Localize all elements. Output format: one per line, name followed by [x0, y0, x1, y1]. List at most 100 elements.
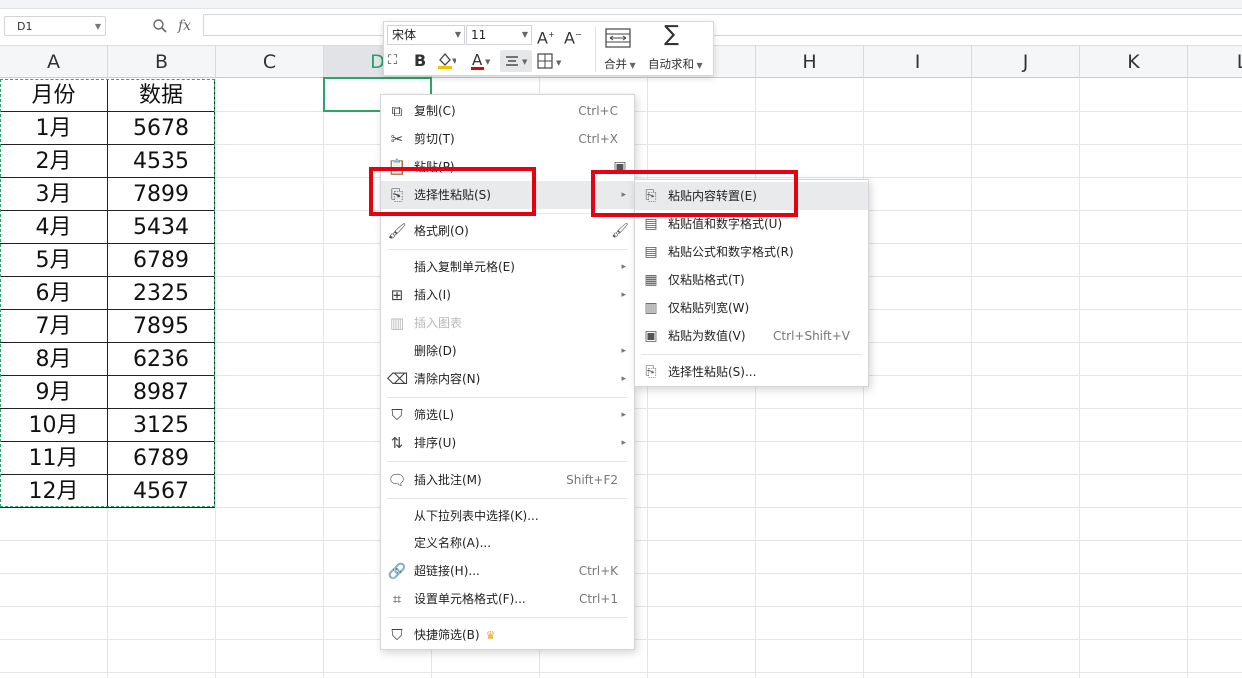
table-cell[interactable]: 1月	[0, 112, 108, 145]
fill-color-icon[interactable]: ▼	[436, 51, 458, 76]
menu-item-pick-from-list[interactable]: 从下拉列表中选择(K)...	[381, 502, 634, 530]
table-cell[interactable]: 8987	[108, 376, 215, 409]
name-box[interactable]: D1 ▼	[4, 16, 106, 36]
table-cell[interactable]: 7895	[108, 310, 215, 343]
menu-divider	[641, 354, 862, 355]
submenu-item-transpose[interactable]: ⎘ 粘贴内容转置(E)	[635, 182, 868, 210]
menu-item-insert[interactable]: ⊞ 插入(I) ▸	[381, 281, 634, 309]
menu-item-cut[interactable]: ✂ 剪切(T) Ctrl+X	[381, 125, 634, 153]
sort-icon: ⇅	[390, 434, 404, 452]
menu-item-paste[interactable]: 📋 粘贴(P) ▣	[381, 153, 634, 181]
submenu-item-paste-values-format[interactable]: ▤ 粘贴值和数字格式(U)	[635, 210, 868, 238]
menu-item-clear-contents[interactable]: ⌫ 清除内容(N) ▸	[381, 365, 634, 393]
font-color-icon[interactable]: A ▼	[470, 51, 492, 76]
zoom-icon[interactable]	[152, 16, 168, 36]
submenu-item-paste-format-only[interactable]: ▦ 仅粘贴格式(T)	[635, 266, 868, 294]
font-size-select[interactable]: 11 ▼	[466, 25, 532, 45]
menu-item-format-painter[interactable]: 🖌 格式刷(O) 🖌	[381, 217, 634, 245]
table-cell[interactable]: 6236	[108, 343, 215, 376]
table-cell[interactable]: 12月	[0, 475, 108, 508]
table-cell[interactable]: 8月	[0, 343, 108, 376]
menu-item-quick-filter[interactable]: ⛉ 快捷筛选(B) ♛	[381, 621, 634, 649]
mini-toolbar: 宋体 ▼ 11 ▼ A+ A− ⛶ B ▼ A ▼ ▼ ▼ 合并 ▼ ∑ 自动求和 ▼	[383, 21, 714, 76]
table-cell[interactable]: 5678	[108, 112, 215, 145]
fx-icon[interactable]: fx	[178, 16, 191, 36]
paste-width-icon: ▥	[644, 300, 658, 316]
merge-label[interactable]: 合并 ▼	[604, 56, 636, 72]
link-icon: 🔗	[387, 562, 407, 580]
insert-icon: ⊞	[390, 286, 404, 304]
menu-divider	[387, 249, 628, 250]
table-cell[interactable]: 7月	[0, 310, 108, 343]
border-icon[interactable]: ▼	[536, 51, 566, 76]
toolbar-divider	[595, 26, 596, 72]
table-cell[interactable]: 4535	[108, 145, 215, 178]
autosum-label[interactable]: 自动求和 ▼	[648, 56, 703, 72]
header-cell-month[interactable]: 月份	[0, 79, 108, 112]
table-cell[interactable]: 9月	[0, 376, 108, 409]
chevron-right-icon: ▸	[621, 374, 626, 384]
top-strip	[0, 0, 1242, 9]
quick-filter-icon: ⛉	[391, 626, 403, 644]
menu-divider	[387, 213, 628, 214]
table-cell[interactable]: 3125	[108, 409, 215, 442]
menu-item-filter[interactable]: ⛉ 筛选(L) ▸	[381, 401, 634, 429]
column-header-l[interactable]: L	[1188, 46, 1242, 78]
select-area-icon[interactable]: ⛶	[388, 51, 397, 71]
table-cell[interactable]: 6月	[0, 277, 108, 310]
crown-icon: ♛	[485, 629, 496, 642]
table-cell[interactable]: 11月	[0, 442, 108, 475]
menu-item-define-name[interactable]: 定义名称(A)...	[381, 529, 634, 557]
chevron-down-icon[interactable]: ▼	[95, 17, 101, 37]
menu-item-copy[interactable]: ⧉ 复制(C) Ctrl+C	[381, 97, 634, 125]
menu-item-hyperlink[interactable]: 🔗 超链接(H)... Ctrl+K	[381, 557, 634, 585]
column-header-c[interactable]: C	[216, 46, 324, 78]
table-cell[interactable]: 10月	[0, 409, 108, 442]
font-family-select[interactable]: 宋体 ▼	[387, 25, 465, 45]
menu-item-paste-special[interactable]: ⎘ 选择性粘贴(S) ▸	[381, 181, 634, 209]
table-cell[interactable]: 6789	[108, 442, 215, 475]
menu-item-insert-comment[interactable]: 🗨 插入批注(M) Shift+F2	[381, 466, 634, 494]
column-header-a[interactable]: A	[0, 46, 108, 78]
table-cell[interactable]: 6789	[108, 244, 215, 277]
column-header-i[interactable]: I	[864, 46, 972, 78]
column-header-j[interactable]: J	[972, 46, 1080, 78]
formula-input[interactable]	[203, 14, 1242, 36]
column-header-b[interactable]: B	[108, 46, 216, 78]
table-cell[interactable]: 5434	[108, 211, 215, 244]
table-cell[interactable]: 4567	[108, 475, 215, 508]
submenu-item-paste-special[interactable]: ⎘ 选择性粘贴(S)...	[635, 358, 868, 386]
paste-special-icon: ⎘	[645, 364, 657, 380]
submenu-item-paste-column-width[interactable]: ▥ 仅粘贴列宽(W)	[635, 294, 868, 322]
header-cell-data[interactable]: 数据	[108, 79, 215, 112]
format-painter-right-icon[interactable]: 🖌	[610, 221, 630, 241]
align-center-icon[interactable]: ▼	[500, 50, 532, 72]
submenu-item-paste-formula-format[interactable]: ▤ 粘贴公式和数字格式(R)	[635, 238, 868, 266]
menu-item-insert-copied-cells[interactable]: 插入复制单元格(E) ▸	[381, 253, 634, 281]
chevron-right-icon: ▸	[621, 438, 626, 448]
menu-item-insert-chart: ▥ 插入图表	[381, 309, 634, 337]
menu-item-sort[interactable]: ⇅ 排序(U) ▸	[381, 429, 634, 457]
bold-icon[interactable]: B	[414, 51, 426, 71]
menu-divider	[387, 397, 628, 398]
eraser-icon: ⌫	[387, 370, 409, 388]
menu-item-format-cells[interactable]: ⌗ 设置单元格格式(F)... Ctrl+1	[381, 585, 634, 613]
decrease-font-icon[interactable]: A−	[564, 25, 582, 48]
chevron-right-icon: ▸	[621, 346, 626, 356]
table-cell[interactable]: 4月	[0, 211, 108, 244]
paste-values-icon[interactable]: ▣	[610, 157, 630, 177]
sum-icon[interactable]: ∑	[664, 24, 679, 46]
table-cell[interactable]: 3月	[0, 178, 108, 211]
menu-item-delete[interactable]: 删除(D) ▸	[381, 337, 634, 365]
table-cell[interactable]: 2月	[0, 145, 108, 178]
table-cell[interactable]: 2325	[108, 277, 215, 310]
merge-cells-icon[interactable]	[604, 27, 632, 54]
table-cell[interactable]: 5月	[0, 244, 108, 277]
column-header-h[interactable]: H	[756, 46, 864, 78]
cut-icon: ✂	[390, 130, 404, 148]
increase-font-icon[interactable]: A+	[537, 25, 555, 48]
submenu-item-paste-as-number[interactable]: ▣ 粘贴为数值(V) Ctrl+Shift+V	[635, 322, 868, 350]
context-menu: ⧉ 复制(C) Ctrl+C ✂ 剪切(T) Ctrl+X 📋 粘贴(P) ▣ …	[380, 94, 635, 650]
column-header-k[interactable]: K	[1080, 46, 1188, 78]
table-cell[interactable]: 7899	[108, 178, 215, 211]
